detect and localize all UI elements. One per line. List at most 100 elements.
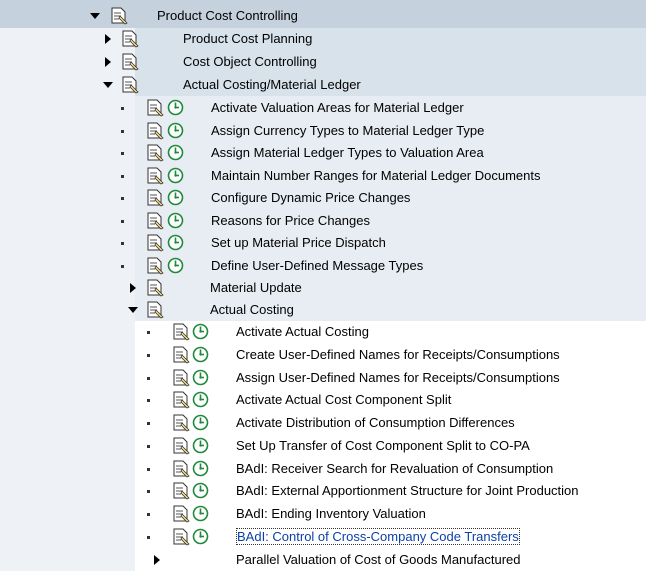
activity-row[interactable]: Set Up Transfer of Cost Component Split … <box>0 435 646 457</box>
activity-label[interactable]: Create User-Defined Names for Receipts/C… <box>236 344 560 366</box>
triangle-down-icon[interactable] <box>128 305 138 315</box>
execute-clock-icon[interactable] <box>167 234 184 251</box>
execute-clock-icon[interactable] <box>167 257 184 274</box>
activity-row[interactable]: BAdI: Receiver Search for Revaluation of… <box>0 458 646 480</box>
document-icon <box>110 6 129 25</box>
document-icon[interactable] <box>172 322 191 341</box>
activity-row[interactable]: Maintain Number Ranges for Material Ledg… <box>0 165 646 187</box>
activity-row[interactable]: Activate Actual Costing <box>0 321 646 343</box>
tree-node-actual-costing[interactable]: Actual Costing <box>0 299 646 321</box>
activity-row[interactable]: Configure Dynamic Price Changes <box>0 187 646 209</box>
activity-row[interactable]: Assign Currency Types to Material Ledger… <box>0 120 646 142</box>
document-icon[interactable] <box>172 459 191 478</box>
activity-row[interactable]: Reasons for Price Changes <box>0 210 646 232</box>
triangle-right-icon[interactable] <box>128 283 138 293</box>
bullet-dot-icon <box>147 490 151 494</box>
document-icon <box>146 300 165 319</box>
tree-node-cost-object-controlling[interactable]: Cost Object Controlling <box>0 51 646 73</box>
bullet-dot-icon <box>147 399 151 403</box>
execute-clock-icon[interactable] <box>167 122 184 139</box>
document-icon[interactable] <box>172 413 191 432</box>
execute-clock-icon[interactable] <box>167 167 184 184</box>
activity-label[interactable]: Configure Dynamic Price Changes <box>211 187 410 209</box>
activity-label[interactable]: Define User-Defined Message Types <box>211 255 423 277</box>
activity-label[interactable]: Assign User-Defined Names for Receipts/C… <box>236 367 560 389</box>
activity-row[interactable]: Assign Material Ledger Types to Valuatio… <box>0 142 646 164</box>
activity-label[interactable]: Activate Distribution of Consumption Dif… <box>236 412 515 434</box>
activity-label[interactable]: Set up Material Price Dispatch <box>211 232 386 254</box>
document-icon[interactable] <box>172 436 191 455</box>
activity-row[interactable]: BAdI: External Apportionment Structure f… <box>0 480 646 502</box>
execute-clock-icon[interactable] <box>192 505 209 522</box>
document-icon[interactable] <box>146 188 165 207</box>
document-icon[interactable] <box>146 121 165 140</box>
triangle-right-icon[interactable] <box>103 34 113 44</box>
document-icon[interactable] <box>146 233 165 252</box>
execute-clock-icon[interactable] <box>167 212 184 229</box>
document-icon[interactable] <box>172 368 191 387</box>
bullet-dot-icon <box>147 444 151 449</box>
activity-row[interactable]: Set up Material Price Dispatch <box>0 232 646 254</box>
execute-clock-icon[interactable] <box>192 391 209 408</box>
activity-label[interactable]: Assign Currency Types to Material Ledger… <box>211 120 484 142</box>
document-icon[interactable] <box>146 211 165 230</box>
tree-node-product-cost-controlling[interactable]: Product Cost Controlling <box>0 5 646 27</box>
document-icon[interactable] <box>172 390 191 409</box>
activity-row[interactable]: Activate Actual Cost Component Split <box>0 389 646 411</box>
execute-clock-icon[interactable] <box>192 528 209 545</box>
activity-label[interactable]: Activate Actual Cost Component Split <box>236 389 451 411</box>
document-icon[interactable] <box>146 98 165 117</box>
activity-row[interactable]: Activate Valuation Areas for Material Le… <box>0 97 646 119</box>
triangle-down-icon[interactable] <box>90 11 100 21</box>
activity-label[interactable]: BAdI: Ending Inventory Valuation <box>236 503 426 525</box>
execute-clock-icon[interactable] <box>192 437 209 454</box>
activity-label[interactable]: Activate Valuation Areas for Material Le… <box>211 97 464 119</box>
execute-clock-icon[interactable] <box>192 482 209 499</box>
document-icon <box>121 52 140 71</box>
document-icon[interactable] <box>172 481 191 500</box>
bullet-dot-icon <box>147 353 151 358</box>
document-icon[interactable] <box>146 143 165 162</box>
triangle-right-icon[interactable] <box>152 555 162 565</box>
activity-row[interactable]: BAdI: Ending Inventory Valuation <box>0 503 646 525</box>
activity-row[interactable]: BAdI: Control of Cross-Company Code Tran… <box>0 526 646 548</box>
triangle-right-icon[interactable] <box>103 57 113 67</box>
execute-clock-icon[interactable] <box>167 99 184 116</box>
activity-row[interactable]: Define User-Defined Message Types <box>0 255 646 277</box>
activity-label[interactable]: Reasons for Price Changes <box>211 210 370 232</box>
activity-label[interactable]: Maintain Number Ranges for Material Ledg… <box>211 165 541 187</box>
bullet-dot-icon <box>147 331 151 335</box>
execute-clock-icon[interactable] <box>192 369 209 386</box>
document-icon[interactable] <box>146 256 165 275</box>
activity-row[interactable]: Assign User-Defined Names for Receipts/C… <box>0 367 646 389</box>
execute-clock-icon[interactable] <box>167 189 184 206</box>
bullet-dot-icon <box>147 467 151 472</box>
tree-node-label: Product Cost Controlling <box>157 8 298 23</box>
execute-clock-icon[interactable] <box>167 144 184 161</box>
execute-clock-icon[interactable] <box>192 414 209 431</box>
bullet-dot-icon <box>147 422 151 426</box>
activity-label[interactable]: Activate Actual Costing <box>236 321 369 343</box>
document-icon[interactable] <box>172 527 191 546</box>
document-icon[interactable] <box>172 345 191 364</box>
activity-label[interactable]: Set Up Transfer of Cost Component Split … <box>236 435 530 457</box>
tree-node-material-update[interactable]: Material Update <box>0 277 646 299</box>
activity-row[interactable]: Activate Distribution of Consumption Dif… <box>0 412 646 434</box>
tree-node-product-cost-planning[interactable]: Product Cost Planning <box>0 28 646 50</box>
tree-node-parallel-valuation[interactable]: Parallel Valuation of Cost of Goods Manu… <box>0 549 646 571</box>
tree-node-actual-costing-material-ledger[interactable]: Actual Costing/Material Ledger <box>0 74 646 96</box>
tree-node-label: Material Update <box>210 280 302 295</box>
activity-label-selected[interactable]: BAdI: Control of Cross-Company Code Tran… <box>236 527 520 545</box>
document-icon[interactable] <box>146 166 165 185</box>
document-icon[interactable] <box>172 504 191 523</box>
bullet-dot-icon <box>121 264 125 269</box>
activity-row[interactable]: Create User-Defined Names for Receipts/C… <box>0 344 646 366</box>
activity-label[interactable]: BAdI: External Apportionment Structure f… <box>236 480 579 502</box>
execute-clock-icon[interactable] <box>192 323 209 340</box>
activity-label[interactable]: Assign Material Ledger Types to Valuatio… <box>211 142 484 164</box>
activity-label[interactable]: BAdI: Receiver Search for Revaluation of… <box>236 458 553 480</box>
triangle-down-icon[interactable] <box>103 80 113 90</box>
execute-clock-icon[interactable] <box>192 460 209 477</box>
bullet-dot-icon <box>121 107 125 111</box>
execute-clock-icon[interactable] <box>192 346 209 363</box>
